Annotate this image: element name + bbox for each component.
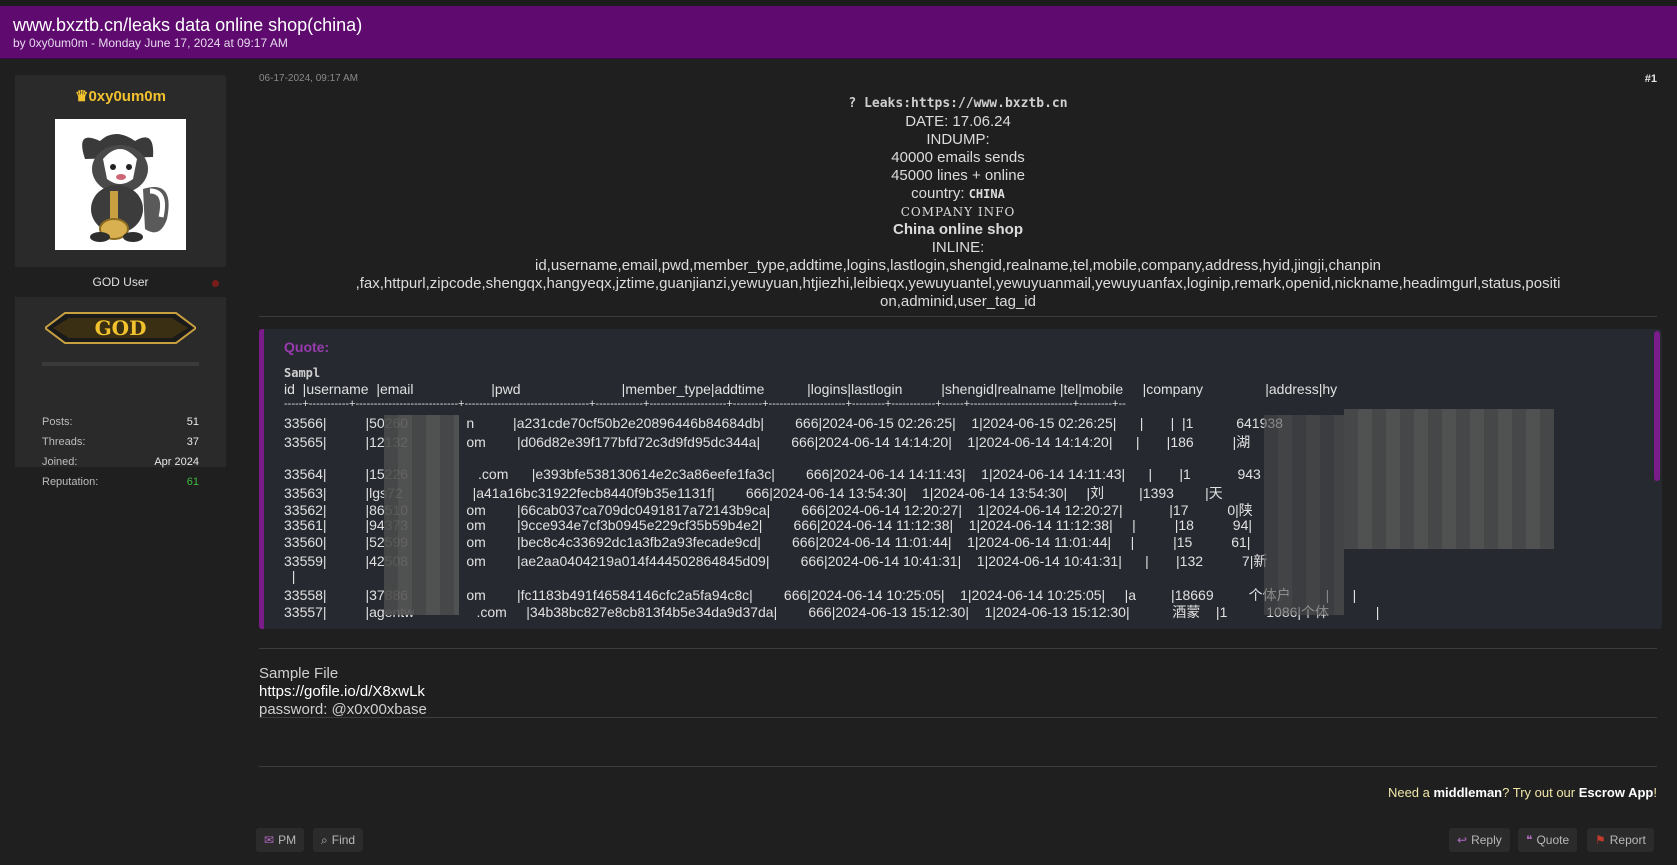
search-icon: ⌕: [321, 833, 328, 847]
quote-block[interactable]: Quote: Sampl id |username |email |pwd |m…: [259, 329, 1662, 629]
thread-title: www.bxztb.cn/leaks data online shop(chin…: [13, 15, 363, 35]
skunk-avatar-image: [55, 119, 186, 250]
stat-threads-label: Threads:: [42, 436, 86, 448]
inline-line: INLINE:: [931, 239, 985, 256]
find-button[interactable]: ⌕ Find: [313, 828, 364, 852]
columns-line-1: id,username,email,pwd,member_type,addtim…: [534, 257, 1381, 274]
reply-button[interactable]: ↩ Reply: [1449, 828, 1510, 852]
quote-sampl: Sampl: [284, 366, 321, 380]
stat-reputation-value[interactable]: 61: [187, 476, 199, 488]
online-status-icon: [212, 280, 219, 287]
author-username-text: 0xy0um0m: [88, 88, 166, 105]
table-row: |: [284, 568, 296, 584]
avatar[interactable]: [55, 119, 186, 250]
country-value: CHINA: [968, 187, 1005, 201]
leaks-line: ? Leaks:https://www.bxztb.cn: [848, 96, 1068, 111]
date-line: DATE: 17.06.24: [905, 113, 1011, 130]
pm-button[interactable]: ✉ PM: [256, 828, 305, 852]
quote-scrollbar[interactable]: [1654, 331, 1660, 481]
user-title: GOD User: [92, 275, 149, 289]
escrow-signature: Need a middleman? Try out our Escrow App…: [1388, 785, 1657, 800]
emails-line: 40000 emails sends: [891, 149, 1025, 166]
table-divider: -----+-----------+----------------------…: [284, 398, 1126, 410]
author-username[interactable]: ♛0xy0um0m: [15, 87, 226, 105]
country-line: country: CHINA: [259, 185, 1657, 203]
god-rank-badge: GOD: [45, 312, 196, 344]
company-name-line: China online shop: [893, 221, 1023, 238]
thread-header: www.bxztb.cn/leaks data online shop(chin…: [0, 6, 1677, 59]
escrow-app-link[interactable]: Escrow App: [1579, 785, 1654, 800]
god-badge-text: GOD: [95, 316, 147, 340]
report-button-label: Report: [1609, 833, 1646, 847]
flag-icon: ⚑: [1595, 833, 1606, 847]
quote-button-label: Quote: [1536, 833, 1570, 847]
stat-posts: Posts: 51: [42, 416, 199, 428]
divider: [259, 648, 1657, 649]
post-body: ? Leaks:https://www.bxztb.cn DATE: 17.06…: [259, 95, 1657, 311]
redaction-blur: [1344, 409, 1554, 549]
stat-joined-label: Joined:: [42, 456, 78, 468]
post-date: 06-17-2024, 09:17 AM: [259, 73, 358, 84]
report-button[interactable]: ⚑ Report: [1587, 828, 1654, 852]
crown-icon: ♛: [74, 88, 89, 105]
quote-button[interactable]: ❝ Quote: [1518, 828, 1578, 852]
reply-icon: ↩: [1457, 833, 1468, 847]
escrow-prefix: Need a: [1387, 785, 1434, 800]
country-label: country:: [911, 185, 969, 202]
sample-file-link[interactable]: https://gofile.io/d/X8xwLk: [259, 683, 427, 701]
escrow-suffix: !: [1653, 785, 1657, 800]
post-number-link[interactable]: #1: [1645, 73, 1657, 85]
stat-joined: Joined: Apr 2024: [42, 456, 199, 468]
indump-line: INDUMP:: [926, 131, 990, 148]
lines-line: 45000 lines + online: [891, 167, 1025, 184]
signature-divider: [259, 766, 1657, 767]
sample-file-section: Sample File https://gofile.io/d/X8xwLk p…: [259, 665, 427, 719]
middleman-link[interactable]: middleman: [1434, 785, 1503, 800]
stat-threads: Threads: 37: [42, 436, 199, 448]
author-card: ♛0xy0um0m: [15, 75, 226, 267]
sample-file-label: Sample File: [259, 665, 339, 682]
stat-posts-value: 51: [186, 416, 199, 428]
find-button-label: Find: [331, 833, 356, 847]
redaction-blur: [1264, 415, 1344, 615]
redaction-blur: [384, 415, 459, 615]
envelope-icon: ✉: [264, 833, 275, 847]
stat-reputation-label: Reputation:: [42, 476, 99, 488]
reply-button-label: Reply: [1471, 833, 1502, 847]
pm-button-label: PM: [278, 833, 297, 847]
stat-reputation[interactable]: Reputation: 61: [42, 476, 199, 488]
table-header: id |username |email |pwd |member_type|ad…: [284, 381, 1338, 397]
quote-label: Quote:: [284, 339, 330, 355]
thread-byline: by 0xy0um0m - Monday June 17, 2024 at 09…: [13, 36, 288, 50]
columns-line-3: on,adminid,user_tag_id: [880, 293, 1036, 310]
stat-posts-label: Posts:: [42, 416, 73, 428]
divider: [259, 717, 1657, 718]
stat-joined-value: Apr 2024: [154, 456, 199, 468]
quote-icon: ❝: [1526, 833, 1533, 847]
escrow-mid: ? Try out our: [1502, 785, 1579, 800]
rank-progress-bar: [42, 362, 199, 366]
author-stats-card: GOD Posts: 51 Threads: 37 Joined: Apr 2024 …: [15, 297, 226, 488]
divider: [259, 316, 1657, 317]
columns-line-2: ,fax,httpurl,zipcode,shengqx,hangyeqx,jz…: [355, 275, 1561, 292]
stat-threads-value: 37: [186, 436, 199, 448]
company-info-line: COMPANY INFO: [900, 205, 1016, 219]
